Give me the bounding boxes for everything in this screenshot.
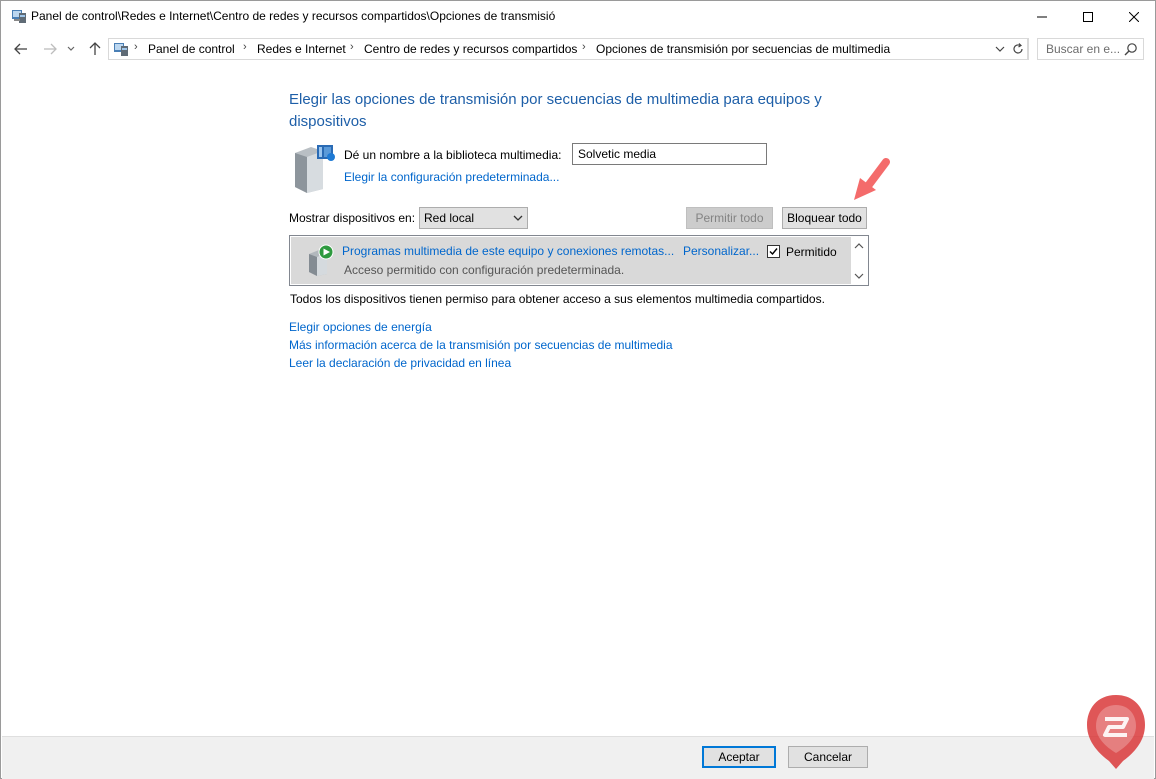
customize-link[interactable]: Personalizar... <box>683 244 759 258</box>
watermark-logo-icon <box>1087 695 1145 769</box>
chevron-down-icon[interactable] <box>854 271 864 281</box>
show-devices-dropdown[interactable]: Red local <box>419 207 528 229</box>
forward-button[interactable] <box>41 40 59 58</box>
chevron-down-icon <box>513 215 523 221</box>
control-panel-icon <box>114 43 128 56</box>
show-devices-label: Mostrar dispositivos en: <box>289 211 416 225</box>
minimize-button[interactable] <box>1019 1 1065 32</box>
back-button[interactable] <box>12 40 30 58</box>
arrow-up-icon <box>89 42 101 55</box>
breadcrumb-control-panel[interactable]: Panel de control <box>148 42 235 56</box>
address-bar[interactable]: › Panel de control › Redes e Internet › … <box>108 38 1028 60</box>
allowed-checkbox[interactable] <box>767 245 780 258</box>
list-item[interactable]: Programas multimedia de este equipo y co… <box>291 237 851 284</box>
ok-button[interactable]: Aceptar <box>702 746 776 768</box>
page-title: Elegir las opciones de transmisión por s… <box>289 91 822 130</box>
library-name-label: Dé un nombre a la biblioteca multimedia: <box>344 148 562 162</box>
device-list[interactable]: Programas multimedia de este equipo y co… <box>289 235 869 286</box>
arrow-left-icon <box>14 43 27 55</box>
block-all-button[interactable]: Bloquear todo <box>782 207 867 229</box>
permit-all-button[interactable]: Permitir todo <box>686 207 773 229</box>
close-icon <box>1129 11 1139 22</box>
control-panel-icon <box>12 10 26 23</box>
allowed-checkbox-label[interactable]: Permitido <box>786 245 837 259</box>
refresh-icon <box>1012 43 1023 54</box>
refresh-button[interactable] <box>1007 38 1029 60</box>
minimize-icon <box>1037 16 1047 17</box>
breadcrumb-network-sharing-center[interactable]: Centro de redes y recursos compartidos <box>364 42 577 56</box>
up-button[interactable] <box>86 40 104 58</box>
media-programs-icon <box>309 244 334 276</box>
media-server-icon <box>295 145 335 193</box>
power-options-link[interactable]: Elegir opciones de energía <box>289 320 432 334</box>
device-description: Acceso permitido con configuración prede… <box>344 263 625 277</box>
breadcrumb-separator-icon[interactable]: › <box>582 41 586 53</box>
media-streaming-options-window: Panel de control\Redes e Internet\Centro… <box>0 0 1156 779</box>
dialog-footer <box>2 736 1154 779</box>
window-title: Panel de control\Redes e Internet\Centro… <box>31 9 556 23</box>
chevron-down-icon <box>67 46 75 51</box>
default-settings-link[interactable]: Elegir la configuración predeterminada..… <box>344 170 559 184</box>
checkmark-icon <box>769 248 778 256</box>
chevron-down-icon[interactable] <box>995 46 1005 53</box>
arrow-right-icon <box>44 43 57 55</box>
all-allowed-message: Todos los dispositivos tienen permiso pa… <box>290 292 825 306</box>
recent-locations-button[interactable] <box>65 40 77 58</box>
more-info-link[interactable]: Más información acerca de la transmisión… <box>289 338 673 352</box>
breadcrumb-separator-icon[interactable]: › <box>350 41 354 53</box>
breadcrumb-media-streaming-options[interactable]: Opciones de transmisión por secuencias d… <box>596 42 890 56</box>
library-name-input[interactable] <box>572 143 767 165</box>
device-list-scrollbar[interactable] <box>851 237 867 284</box>
close-button[interactable] <box>1111 1 1156 32</box>
device-name-link[interactable]: Programas multimedia de este equipo y co… <box>342 244 674 258</box>
breadcrumb-separator-icon[interactable]: › <box>243 41 247 53</box>
breadcrumb-network-internet[interactable]: Redes e Internet <box>257 42 346 56</box>
breadcrumb-separator-icon[interactable]: › <box>134 41 138 53</box>
cancel-button[interactable]: Cancelar <box>788 746 868 768</box>
search-icon[interactable] <box>1124 42 1138 56</box>
show-devices-value: Red local <box>424 211 475 225</box>
title-bar: Panel de control\Redes e Internet\Centro… <box>1 1 1155 32</box>
maximize-icon <box>1083 11 1093 22</box>
annotation-arrow-icon <box>854 158 890 200</box>
maximize-button[interactable] <box>1065 1 1111 32</box>
search-input[interactable] <box>1038 39 1126 59</box>
privacy-statement-link[interactable]: Leer la declaración de privacidad en lín… <box>289 356 511 370</box>
search-box[interactable] <box>1037 38 1144 60</box>
chevron-up-icon[interactable] <box>854 241 864 251</box>
